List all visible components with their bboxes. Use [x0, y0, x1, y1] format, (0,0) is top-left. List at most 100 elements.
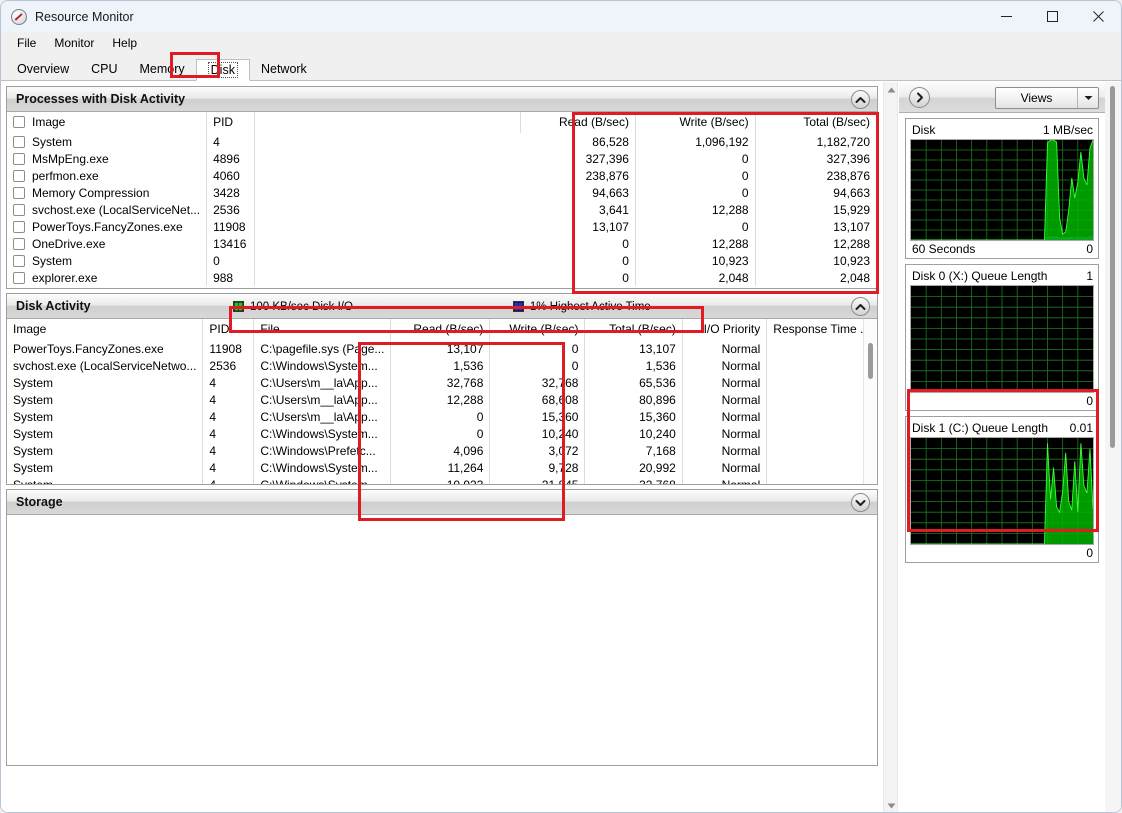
cell-pid: 0 [207, 252, 255, 269]
cell-pid: 2536 [207, 201, 255, 218]
col-da-file[interactable]: File [254, 319, 391, 340]
table-row[interactable]: System4C:\Windows\System...10,92321,8453… [7, 476, 877, 484]
cell-pid: 2536 [203, 357, 254, 374]
table-row[interactable]: perfmon.exe4060238,8760238,876 [7, 167, 877, 184]
table-row[interactable]: svchost.exe (LocalServiceNetwo...2536C:\… [7, 357, 877, 374]
disk-activity-scroll-area[interactable]: Image PID File Read (B/sec) Write (B/sec… [7, 319, 877, 484]
close-button[interactable] [1075, 1, 1121, 32]
col-pid[interactable]: PID [207, 112, 255, 133]
cell-image: PowerToys.FancyZones.exe [7, 218, 207, 235]
processes-collapse-button[interactable] [851, 90, 870, 109]
row-checkbox[interactable] [13, 153, 25, 165]
table-row[interactable]: OneDrive.exe13416012,28812,288 [7, 235, 877, 252]
col-da-response[interactable]: Response Time ... [767, 319, 877, 340]
table-row[interactable]: MsMpEng.exe4896327,3960327,396 [7, 150, 877, 167]
table-row[interactable]: Memory Compression342894,663094,663 [7, 184, 877, 201]
disk-activity-scroll-thumb[interactable] [868, 343, 873, 379]
maximize-button[interactable] [1029, 1, 1075, 32]
disk-graph-scale-max: 1 MB/sec [1043, 123, 1093, 137]
cell-write: 21,845 [490, 476, 585, 484]
expand-pane-button[interactable] [909, 87, 930, 108]
cell-write: 32,768 [490, 374, 585, 391]
graphs-pane-vertical-scrollbar[interactable] [1105, 82, 1121, 813]
col-da-total[interactable]: Total (B/sec) [585, 319, 682, 340]
graphs-pane-scroll-thumb[interactable] [1110, 86, 1115, 448]
scroll-down-arrow-icon[interactable] [884, 798, 899, 813]
cell-write: 9,728 [490, 459, 585, 476]
cell-read: 86,528 [521, 133, 636, 150]
table-row[interactable]: System4C:\Users\m__la\App...32,76832,768… [7, 374, 877, 391]
storage-expand-button[interactable] [851, 493, 870, 512]
col-write[interactable]: Write (B/sec) [635, 112, 755, 133]
cell-total: 80,896 [585, 391, 682, 408]
tab-disk[interactable]: Disk [196, 59, 250, 81]
cell-write: 10,240 [490, 425, 585, 442]
processes-table-container: Image PID Read (B/sec) Write (B/sec) Tot… [7, 112, 877, 288]
table-row[interactable]: System4C:\Windows\Prefetc...4,0963,0727,… [7, 442, 877, 459]
views-dropdown[interactable]: Views [995, 87, 1099, 109]
tab-network[interactable]: Network [250, 58, 318, 80]
table-row[interactable]: System4C:\Windows\System...11,2649,72820… [7, 459, 877, 476]
col-read[interactable]: Read (B/sec) [521, 112, 636, 133]
processes-scroll-area[interactable]: Image PID Read (B/sec) Write (B/sec) Tot… [7, 112, 877, 288]
cell-total: 20,992 [585, 459, 682, 476]
tab-memory[interactable]: Memory [129, 58, 196, 80]
processes-header-row: Image PID Read (B/sec) Write (B/sec) Tot… [7, 112, 877, 133]
cell-file: C:\Windows\Prefetc... [254, 442, 391, 459]
row-checkbox[interactable] [13, 136, 25, 148]
table-row[interactable]: PowerToys.FancyZones.exe1190813,107013,1… [7, 218, 877, 235]
table-row[interactable]: System4C:\Users\m__la\App...015,36015,36… [7, 408, 877, 425]
cell-read: 0 [521, 269, 636, 286]
col-image[interactable]: Image [7, 112, 207, 133]
row-checkbox[interactable] [13, 170, 25, 182]
minimize-button[interactable] [983, 1, 1029, 32]
tab-overview[interactable]: Overview [6, 58, 80, 80]
table-row[interactable]: System4C:\Users\m__la\App...12,28868,608… [7, 391, 877, 408]
col-da-priority[interactable]: I/O Priority [682, 319, 766, 340]
cell-pid: 4 [203, 391, 254, 408]
cell-total: 94,663 [755, 184, 876, 201]
scroll-up-arrow-icon[interactable] [884, 82, 899, 97]
table-row[interactable]: explorer.exe98802,0482,048 [7, 269, 877, 286]
col-da-write[interactable]: Write (B/sec) [490, 319, 585, 340]
processes-group-header[interactable]: Processes with Disk Activity [7, 87, 877, 112]
cell-total: 238,876 [755, 167, 876, 184]
cell-image: svchost.exe (LocalServiceNetwo... [7, 357, 203, 374]
cell-write: 3,072 [490, 442, 585, 459]
row-checkbox[interactable] [13, 221, 25, 233]
row-checkbox[interactable] [13, 272, 25, 284]
row-checkbox[interactable] [13, 238, 25, 250]
cell-image: Memory Compression [7, 184, 207, 201]
menu-monitor[interactable]: Monitor [45, 34, 103, 52]
cell-image: System [7, 374, 203, 391]
col-da-read[interactable]: Read (B/sec) [391, 319, 490, 340]
col-total[interactable]: Total (B/sec) [755, 112, 876, 133]
col-da-image[interactable]: Image [7, 319, 203, 340]
legend-disk-io-label: 100 KB/sec Disk I/O [250, 301, 353, 313]
disk-activity-vertical-scrollbar[interactable] [863, 319, 877, 484]
disk-activity-collapse-button[interactable] [851, 297, 870, 316]
cell-priority: Normal [682, 357, 766, 374]
table-row[interactable]: System486,5281,096,1921,182,720 [7, 133, 877, 150]
row-checkbox[interactable] [13, 204, 25, 216]
disk-activity-group-header[interactable]: Disk Activity 100 KB/sec Disk I/O 1% Hig… [7, 294, 877, 319]
select-all-checkbox[interactable] [13, 116, 25, 128]
cell-read: 4,096 [391, 442, 490, 459]
storage-group-header[interactable]: Storage [7, 490, 877, 515]
table-row[interactable]: System0010,92310,923 [7, 252, 877, 269]
cell-write: 12,288 [635, 235, 755, 252]
chevron-down-icon[interactable] [1077, 88, 1098, 108]
menu-help[interactable]: Help [103, 34, 146, 52]
tab-cpu[interactable]: CPU [80, 58, 128, 80]
row-checkbox[interactable] [13, 187, 25, 199]
processes-with-disk-activity-group: Processes with Disk Activity [6, 86, 878, 289]
row-checkbox[interactable] [13, 255, 25, 267]
table-row[interactable]: svchost.exe (LocalServiceNet...25363,641… [7, 201, 877, 218]
cell-total: 13,107 [755, 218, 876, 235]
menu-file[interactable]: File [8, 34, 45, 52]
disk-graph-title: Disk [912, 123, 935, 137]
table-row[interactable]: PowerToys.FancyZones.exe11908C:\pagefile… [7, 340, 877, 357]
left-pane-vertical-scrollbar[interactable] [883, 82, 898, 813]
table-row[interactable]: System4C:\Windows\System...010,24010,240… [7, 425, 877, 442]
col-da-pid[interactable]: PID [203, 319, 254, 340]
